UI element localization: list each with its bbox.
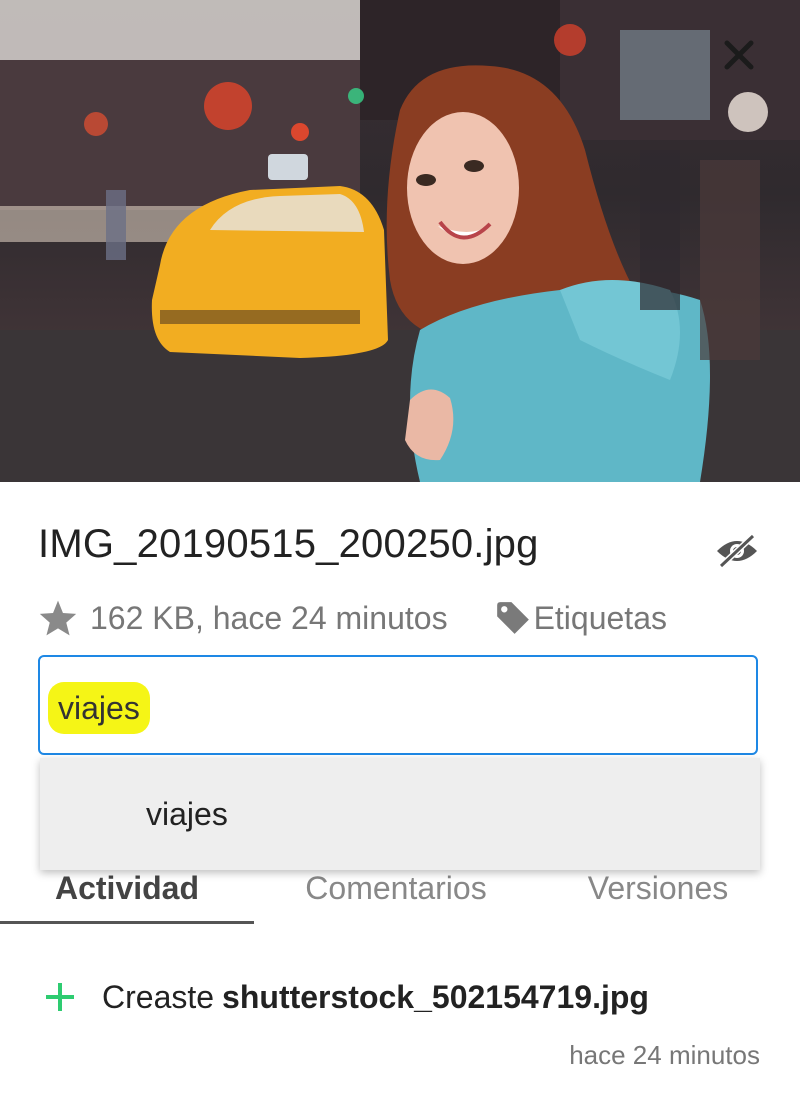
activity-entry: Creaste shutterstock_502154719.jpg [40,974,649,1020]
active-tab-indicator [0,921,254,924]
plus-icon [40,977,80,1017]
file-size-and-date: 162 KB, hace 24 minutos [90,599,448,636]
activity-action: Creaste [102,978,215,1015]
file-meta-row: 162 KB, hace 24 minutos Etiquetas [38,596,758,640]
tag-icon [494,598,534,638]
hide-file-button[interactable] [714,532,760,570]
tags-link[interactable]: Etiquetas [494,598,667,638]
tag-suggestion-item[interactable]: viajes [40,758,760,870]
eye-off-icon [717,534,757,568]
file-preview-image [0,0,800,482]
star-icon [39,600,77,636]
tags-link-label: Etiquetas [533,599,667,636]
tags-input[interactable]: viajes [38,655,758,755]
file-name: IMG_20190515_200250.jpg [38,522,539,566]
tag-suggestions-dropdown: viajes [40,758,760,870]
tag-chip[interactable]: viajes [48,682,150,734]
favorite-button[interactable] [38,596,82,640]
close-button[interactable] [724,40,764,80]
activity-timestamp: hace 24 minutos [569,1040,760,1070]
close-icon [724,40,754,70]
activity-filename[interactable]: shutterstock_502154719.jpg [222,979,649,1016]
preview-photo [0,0,800,482]
